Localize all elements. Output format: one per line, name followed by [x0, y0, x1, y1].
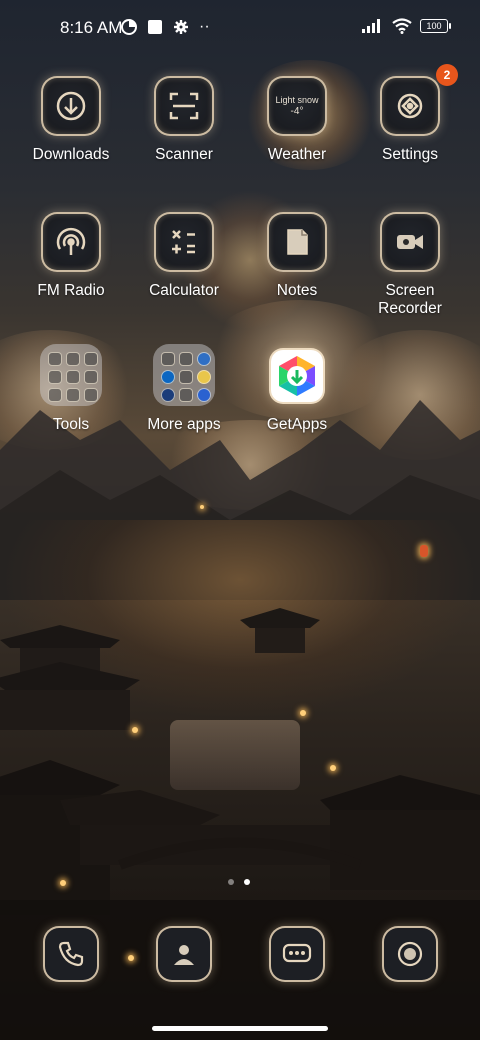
app-screen-recorder[interactable]: Screen Recorder — [354, 212, 466, 318]
notes-icon — [267, 212, 327, 272]
data-saver-icon — [121, 19, 137, 35]
app-calculator[interactable]: Calculator — [128, 212, 240, 300]
folder-label: Tools — [52, 416, 90, 433]
app-weather[interactable]: Light snow -4° Weather — [241, 76, 353, 164]
app-preview-icon — [179, 388, 193, 402]
app-fm-radio[interactable]: FM Radio — [15, 212, 127, 300]
app-label: Downloads — [32, 146, 110, 163]
weather-temperature: -4° — [290, 106, 304, 117]
messages-icon — [269, 926, 325, 982]
camera-icon — [382, 926, 438, 982]
contacts-icon — [156, 926, 212, 982]
app-label: Calculator — [149, 282, 219, 299]
signal-icon — [362, 19, 380, 33]
weather-icon: Light snow -4° — [267, 76, 327, 136]
app-notes[interactable]: Notes — [241, 212, 353, 300]
dock-camera[interactable] — [382, 926, 438, 982]
app-preview-icon — [84, 352, 98, 366]
clock: 8:16 AM — [60, 18, 123, 37]
app-label: Scanner — [155, 146, 213, 163]
fm-radio-icon — [41, 212, 101, 272]
gear-icon — [174, 20, 188, 34]
settings-icon: 2 — [380, 64, 458, 136]
notification-badge: 2 — [436, 64, 458, 86]
weather-condition: Light snow — [275, 95, 319, 105]
more-apps-folder-icon — [153, 344, 215, 406]
tools-folder-icon — [40, 344, 102, 406]
app-preview-icon — [66, 352, 80, 366]
app-preview-icon — [48, 388, 62, 402]
battery-level: 100 — [426, 21, 442, 31]
app-preview-icon — [197, 370, 211, 384]
app-preview-icon — [197, 352, 211, 366]
status-bar: 8:16 AM ·· 100 — [0, 0, 480, 56]
app-label: FM Radio — [37, 282, 105, 299]
app-label: Weather — [267, 146, 327, 163]
app-preview-icon — [161, 352, 175, 366]
calculator-icon — [154, 212, 214, 272]
folder-label: More apps — [147, 416, 221, 433]
dock-messages[interactable] — [269, 926, 325, 982]
page-indicator[interactable] — [228, 879, 250, 885]
app-settings[interactable]: 2 Settings — [354, 64, 466, 164]
app-preview-icon — [66, 388, 80, 402]
phone-icon — [43, 926, 99, 982]
app-preview-icon — [179, 352, 193, 366]
page-dot[interactable] — [228, 879, 234, 885]
app-notification-icon — [148, 20, 162, 34]
app-scanner[interactable]: Scanner — [128, 76, 240, 164]
dock-phone[interactable] — [43, 926, 99, 982]
app-preview-icon — [48, 370, 62, 384]
app-preview-icon — [84, 370, 98, 384]
app-label: Settings — [381, 146, 438, 163]
app-preview-icon — [197, 388, 211, 402]
folder-more-apps[interactable]: More apps — [128, 344, 240, 434]
dock-contacts[interactable] — [156, 926, 212, 982]
app-preview-icon — [48, 352, 62, 366]
battery-icon: 100 — [420, 19, 451, 33]
app-label: Screen Recorder — [378, 282, 442, 317]
app-preview-icon — [179, 370, 193, 384]
screen-recorder-icon — [380, 212, 440, 272]
app-preview-icon — [161, 388, 175, 402]
app-label: Notes — [276, 282, 318, 299]
more-notifications-icon: ·· — [199, 18, 210, 35]
home-gesture-bar[interactable] — [152, 1026, 328, 1031]
folder-tools[interactable]: Tools — [15, 344, 127, 434]
app-downloads[interactable]: Downloads — [15, 76, 127, 164]
scanner-icon — [154, 76, 214, 136]
app-preview-icon — [84, 388, 98, 402]
linkedin-icon — [161, 370, 175, 384]
downloads-icon — [41, 76, 101, 136]
app-label: GetApps — [266, 416, 328, 433]
app-getapps[interactable]: GetApps — [241, 348, 353, 434]
app-preview-icon — [66, 370, 80, 384]
getapps-icon — [269, 348, 325, 404]
page-dot-active[interactable] — [244, 879, 250, 885]
wifi-icon — [392, 18, 412, 34]
